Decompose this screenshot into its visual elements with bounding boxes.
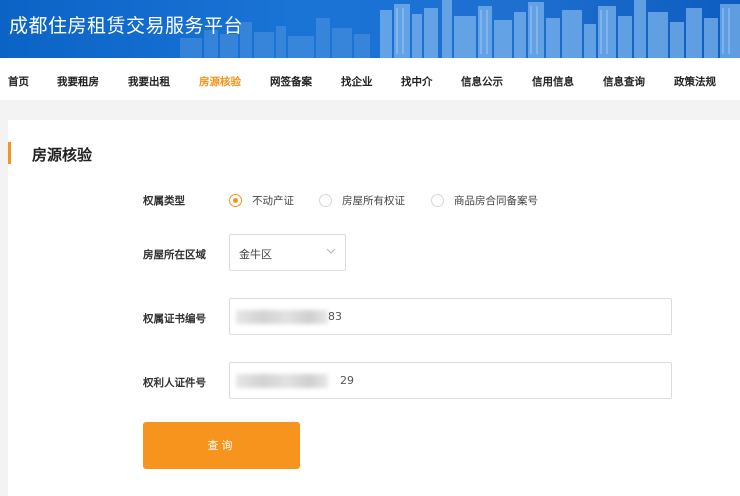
owner-id-input[interactable]: 29 bbox=[229, 362, 672, 399]
cert-number-label: 权属证书编号 bbox=[143, 313, 206, 325]
nav-item-announcements[interactable]: 信息公示 bbox=[461, 74, 503, 89]
cert-number-input[interactable]: 83 bbox=[229, 298, 672, 335]
redacted-text bbox=[236, 374, 328, 388]
nav-item-let[interactable]: 我要出租 bbox=[128, 74, 170, 89]
header-banner: 成都住房租赁交易服务平台 bbox=[0, 0, 740, 58]
chevron-down-icon bbox=[326, 248, 336, 254]
cert-number-visible-suffix: 83 bbox=[328, 310, 342, 323]
radio-unchecked-icon bbox=[431, 194, 444, 207]
owner-id-visible-suffix: 29 bbox=[340, 374, 354, 387]
nav-item-query[interactable]: 信息查询 bbox=[603, 74, 645, 89]
city-skyline-image bbox=[180, 0, 740, 58]
district-label: 房屋所在区域 bbox=[143, 249, 206, 261]
nav-item-companies[interactable]: 找企业 bbox=[341, 74, 373, 89]
main-nav: 首页 我要租房 我要出租 房源核验 网签备案 找企业 找中介 信息公示 信用信息… bbox=[0, 58, 740, 100]
nav-item-credit[interactable]: 信用信息 bbox=[532, 74, 574, 89]
district-select-value: 金牛区 bbox=[239, 248, 272, 261]
section-title: 房源核验 bbox=[32, 146, 93, 164]
nav-item-contract[interactable]: 网签备案 bbox=[270, 74, 312, 89]
nav-item-agencies[interactable]: 找中介 bbox=[401, 74, 433, 89]
radio-house-ownership-cert[interactable]: 房屋所有权证 bbox=[319, 193, 405, 208]
site-title: 成都住房租赁交易服务平台 bbox=[9, 15, 244, 37]
ownership-type-label: 权属类型 bbox=[143, 195, 185, 207]
radio-label: 房屋所有权证 bbox=[342, 195, 405, 207]
district-select[interactable]: 金牛区 bbox=[229, 234, 346, 271]
verify-form-card: 房源核验 权属类型 不动产证 房屋所有权证 商品房合同备案号 房屋所在区域 金牛… bbox=[8, 120, 740, 496]
section-accent-bar bbox=[8, 142, 11, 164]
nav-item-listing-verify[interactable]: 房源核验 bbox=[199, 74, 241, 89]
redacted-text bbox=[236, 310, 328, 324]
radio-checked-icon bbox=[229, 194, 242, 207]
radio-label: 不动产证 bbox=[252, 195, 294, 207]
nav-item-policies[interactable]: 政策法规 bbox=[674, 74, 716, 89]
radio-label: 商品房合同备案号 bbox=[454, 195, 538, 207]
nav-item-rent[interactable]: 我要租房 bbox=[57, 74, 99, 89]
radio-contract-filing-number[interactable]: 商品房合同备案号 bbox=[431, 193, 538, 208]
radio-unchecked-icon bbox=[319, 194, 332, 207]
nav-item-home[interactable]: 首页 bbox=[8, 74, 29, 89]
owner-id-label: 权利人证件号 bbox=[143, 377, 206, 389]
query-button[interactable]: 查询 bbox=[143, 422, 300, 469]
radio-real-estate-cert[interactable]: 不动产证 bbox=[229, 193, 294, 208]
